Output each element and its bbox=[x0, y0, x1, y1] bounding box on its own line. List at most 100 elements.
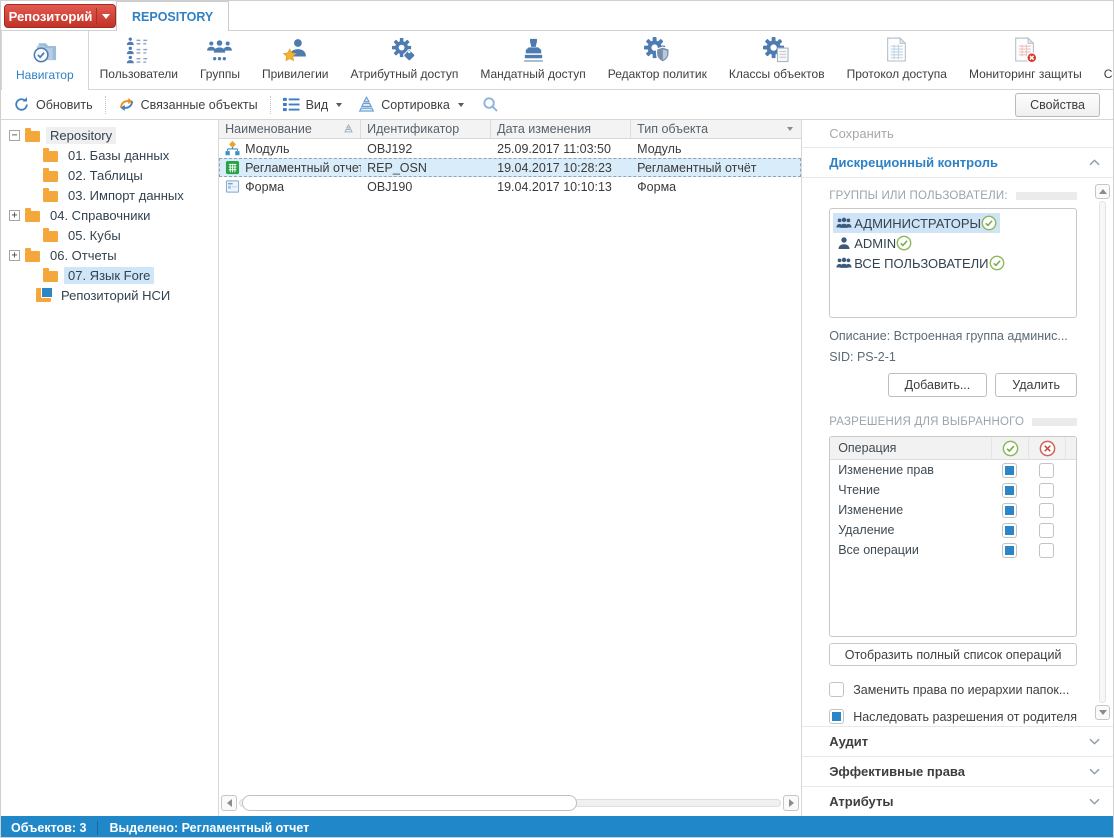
dropdown-caret-icon[interactable] bbox=[97, 13, 115, 19]
column-menu-caret-icon[interactable] bbox=[787, 127, 794, 131]
check-circle-icon bbox=[896, 235, 912, 251]
group-item-all-users[interactable]: ВСЕ ПОЛЬЗОВАТЕЛИ bbox=[833, 253, 1007, 273]
deny-checkbox[interactable] bbox=[1039, 502, 1054, 518]
inherit-permissions-label: Наследовать разрешения от родителя bbox=[853, 709, 1077, 724]
scrollbar-track[interactable] bbox=[1099, 201, 1106, 703]
expand-expander-icon[interactable]: + bbox=[9, 209, 20, 221]
ribbon-item-service[interactable]: Сервис bbox=[1093, 31, 1113, 89]
scroll-up-arrow[interactable] bbox=[1095, 184, 1110, 199]
document-table-icon bbox=[887, 37, 907, 62]
deny-checkbox[interactable] bbox=[1039, 542, 1054, 558]
main-area: − Repository 01. Базы данных 02. Таблицы… bbox=[1, 120, 1113, 816]
tree-item-label: 03. Импорт данных bbox=[68, 187, 184, 203]
save-button[interactable]: Сохранить bbox=[802, 120, 1113, 148]
scrollbar-track[interactable] bbox=[239, 795, 782, 811]
allow-checkbox[interactable] bbox=[1002, 522, 1017, 538]
ribbon-item-attribute-access[interactable]: Атрибутный доступ bbox=[340, 31, 470, 89]
list-row-form[interactable]: Форма OBJ190 19.04.2017 10:10:13 Форма bbox=[219, 177, 801, 196]
sort-dropdown-button[interactable]: Сортировка bbox=[353, 93, 469, 116]
tree-item-nsi-repository[interactable]: Репозиторий НСИ bbox=[1, 285, 218, 305]
tree-item-repository[interactable]: − Repository bbox=[1, 125, 218, 145]
scrollbar-thumb[interactable] bbox=[242, 795, 577, 811]
folder-icon bbox=[43, 227, 58, 242]
tree-item-tables[interactable]: 02. Таблицы bbox=[1, 165, 218, 185]
ribbon-item-navigator[interactable]: Навигатор bbox=[1, 31, 89, 90]
chevron-down-icon bbox=[1089, 738, 1100, 745]
ribbon-item-privileges[interactable]: Привилегии bbox=[251, 31, 340, 89]
properties-button[interactable]: Свойства bbox=[1015, 92, 1100, 117]
repository-menu-button[interactable]: Репозиторий bbox=[4, 4, 116, 28]
ribbon-item-security-monitor[interactable]: Мониторинг защиты bbox=[958, 31, 1093, 89]
label-fill-bar bbox=[1015, 192, 1077, 200]
view-dropdown-button[interactable]: Вид bbox=[278, 93, 348, 116]
column-header-type[interactable]: Тип объекта bbox=[631, 120, 801, 138]
refresh-button[interactable]: Обновить bbox=[8, 93, 98, 116]
ribbon-item-label: Протокол доступа bbox=[846, 67, 947, 81]
tab-repository[interactable]: REPOSITORY bbox=[116, 1, 230, 32]
tree-item-cubes[interactable]: 05. Кубы bbox=[1, 225, 218, 245]
vertical-scrollbar[interactable] bbox=[1095, 184, 1110, 720]
deny-checkbox[interactable] bbox=[1039, 462, 1054, 478]
show-full-operation-list-button[interactable]: Отобразить полный список операций bbox=[829, 643, 1077, 666]
tree-item-fore-language[interactable]: 07. Язык Fore bbox=[1, 265, 218, 285]
titlebar: Репозиторий REPOSITORY bbox=[1, 1, 1113, 32]
tree-item-dictionaries[interactable]: + 04. Справочники bbox=[1, 205, 218, 225]
delete-button[interactable]: Удалить bbox=[995, 373, 1077, 397]
collapse-expander-icon[interactable]: − bbox=[9, 129, 20, 141]
scroll-right-arrow[interactable] bbox=[783, 795, 800, 811]
stamp-icon bbox=[523, 38, 543, 62]
group-sid: SID: PS-2-1 bbox=[829, 350, 896, 364]
gear-tag-icon bbox=[391, 37, 416, 62]
folder-icon bbox=[25, 247, 40, 262]
scroll-left-arrow[interactable] bbox=[221, 795, 238, 811]
add-button[interactable]: Добавить... bbox=[887, 373, 988, 397]
tree-item-databases[interactable]: 01. Базы данных bbox=[1, 145, 218, 165]
related-objects-icon bbox=[119, 98, 133, 111]
refresh-icon bbox=[15, 97, 28, 111]
replace-rights-checkbox[interactable] bbox=[829, 682, 845, 697]
tree-item-data-import[interactable]: 03. Импорт данных bbox=[1, 185, 218, 205]
column-header-identifier[interactable]: Идентификатор bbox=[361, 120, 492, 138]
tree-item-reports[interactable]: + 06. Отчеты bbox=[1, 245, 218, 265]
ribbon-item-access-log[interactable]: Протокол доступа bbox=[836, 31, 958, 89]
section-header-audit[interactable]: Аудит bbox=[802, 726, 1113, 756]
status-separator bbox=[97, 820, 99, 835]
inherit-permissions-checkbox[interactable] bbox=[829, 709, 845, 724]
section-header-discretionary-control[interactable]: Дискреционный контроль bbox=[802, 148, 1113, 178]
section-header-attributes[interactable]: Атрибуты bbox=[802, 786, 1113, 816]
allow-checkbox[interactable] bbox=[1002, 502, 1017, 518]
list-row-regulated-report[interactable]: Регламентный отчет REP_OSN 19.04.2017 10… bbox=[219, 158, 802, 177]
list-row-module[interactable]: Модуль OBJ192 25.09.2017 11:03:50 Модуль bbox=[219, 139, 801, 158]
expand-expander-icon[interactable]: + bbox=[9, 249, 20, 261]
module-icon bbox=[225, 141, 240, 156]
ribbon-item-object-classes[interactable]: Классы объектов bbox=[718, 31, 836, 89]
allow-checkbox[interactable] bbox=[1002, 482, 1017, 498]
search-icon bbox=[483, 97, 498, 112]
scroll-down-arrow[interactable] bbox=[1095, 705, 1110, 720]
sort-icon bbox=[358, 96, 375, 112]
ribbon-item-users[interactable]: Пользователи bbox=[89, 31, 189, 89]
users-list-icon bbox=[127, 37, 151, 64]
selected-object: Выделено: Регламентный отчет bbox=[109, 820, 310, 835]
groups-list[interactable]: АДМИНИСТРАТОРЫ ADMIN ВСЕ ПОЛЬЗОВАТЕЛИ bbox=[829, 208, 1077, 318]
security-manager-window: Репозиторий REPOSITORY Навигатор Пользов… bbox=[0, 0, 1114, 838]
section-header-effective-rights[interactable]: Эффективные права bbox=[802, 756, 1113, 786]
deny-checkbox[interactable] bbox=[1039, 482, 1054, 498]
ribbon-item-policy-editor[interactable]: Редактор политик bbox=[597, 31, 718, 89]
group-item-administrators[interactable]: АДМИНИСТРАТОРЫ bbox=[833, 213, 1001, 233]
column-header-name[interactable]: Наименование bbox=[219, 120, 362, 138]
ribbon-item-mandatory-access[interactable]: Мандатный доступ bbox=[469, 31, 596, 89]
allow-checkbox[interactable] bbox=[1002, 542, 1017, 558]
ribbon-item-groups[interactable]: Группы bbox=[189, 31, 251, 89]
related-objects-button[interactable]: Связанные объекты bbox=[113, 93, 263, 116]
navigator-folder-check-icon bbox=[33, 42, 57, 62]
horizontal-scrollbar[interactable] bbox=[221, 794, 800, 812]
tree-item-label: 01. Базы данных bbox=[68, 147, 170, 163]
search-button[interactable] bbox=[477, 93, 504, 116]
deny-checkbox[interactable] bbox=[1039, 522, 1054, 538]
column-header-modified[interactable]: Дата изменения bbox=[491, 120, 632, 138]
permission-row: Все операции bbox=[830, 540, 1076, 560]
allow-checkbox[interactable] bbox=[1002, 462, 1017, 478]
ribbon-item-label: Пользователи bbox=[99, 67, 178, 81]
group-item-admin[interactable]: ADMIN bbox=[833, 233, 915, 253]
